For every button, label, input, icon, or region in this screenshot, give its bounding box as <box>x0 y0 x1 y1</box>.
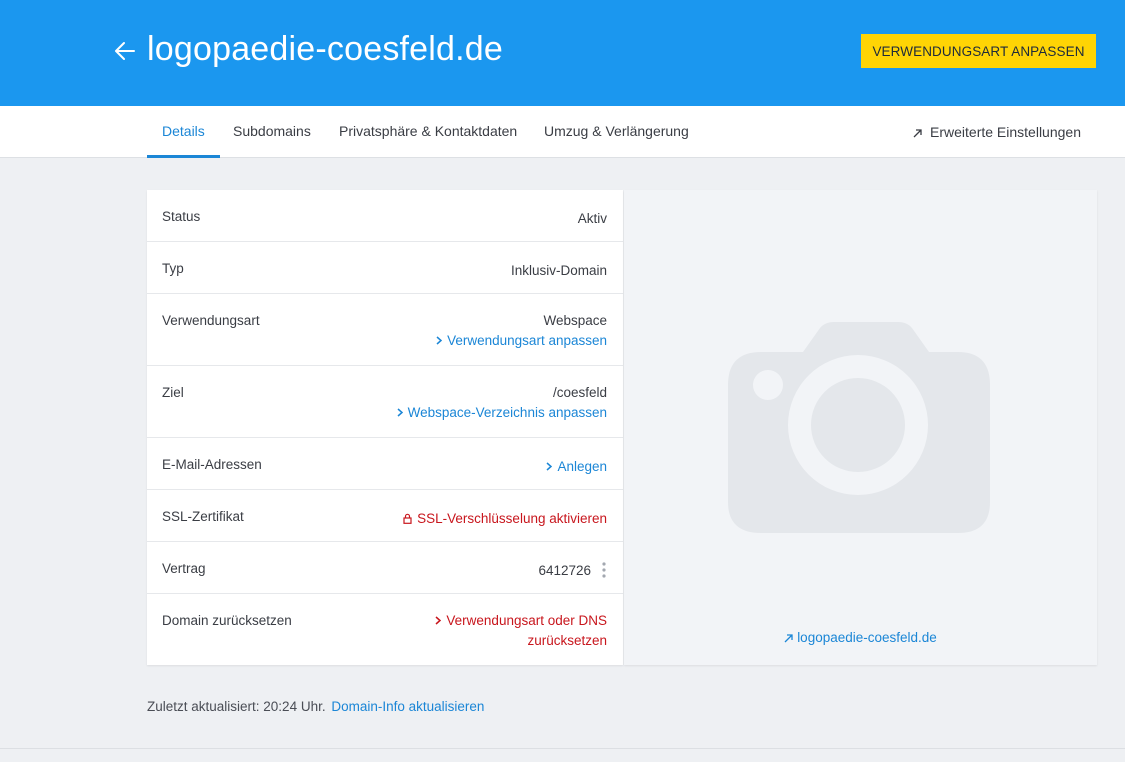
chevron-right-icon <box>436 336 443 345</box>
external-arrow-icon <box>784 634 793 643</box>
chevron-right-icon <box>546 462 553 471</box>
domain-details-card: Status Aktiv Typ Inklusiv-Domain Verwend… <box>147 190 623 665</box>
tab-bar: Details Subdomains Privatsphäre & Kontak… <box>0 106 1125 158</box>
lock-icon <box>403 513 412 524</box>
create-email-link[interactable]: Anlegen <box>546 457 607 477</box>
email-row: E-Mail-Adressen Anlegen <box>147 438 623 490</box>
refresh-domain-info-link[interactable]: Domain-Info aktualisieren <box>331 699 484 714</box>
tab-details[interactable]: Details <box>147 106 220 158</box>
open-website-label: logopaedie-coesfeld.de <box>797 630 937 645</box>
website-preview: logopaedie-coesfeld.de <box>624 190 1097 665</box>
contract-row: Vertrag 6412726 <box>147 542 623 594</box>
enable-ssl-label: SSL-Verschlüsselung aktivieren <box>417 511 607 526</box>
contract-label: Vertrag <box>162 561 206 576</box>
usage-type-value: Webspace <box>543 313 607 328</box>
status-row: Status Aktiv <box>147 190 623 242</box>
last-updated-text: Zuletzt aktualisiert: 20:24 Uhr. <box>147 699 326 714</box>
contract-number: 6412726 <box>538 563 591 578</box>
domain-header: logopaedie-coesfeld.de VERWENDUNGSART AN… <box>0 0 1125 106</box>
reset-usage-dns-label-2: zurücksetzen <box>527 633 607 648</box>
more-options-icon[interactable] <box>597 561 611 579</box>
camera-icon <box>728 322 990 533</box>
change-usage-type-button[interactable]: VERWENDUNGSART ANPASSEN <box>861 34 1096 68</box>
type-row: Typ Inklusiv-Domain <box>147 242 623 294</box>
change-usage-type-link[interactable]: Verwendungsart anpassen <box>436 331 607 351</box>
reset-domain-label: Domain zurücksetzen <box>162 613 292 628</box>
email-label: E-Mail-Adressen <box>162 457 262 472</box>
advanced-settings-link[interactable]: Erweiterte Einstellungen <box>913 106 1081 158</box>
ssl-row: SSL-Zertifikat SSL-Verschlüsselung aktiv… <box>147 490 623 542</box>
last-updated: Zuletzt aktualisiert: 20:24 Uhr. Domain-… <box>147 699 484 714</box>
create-email-label: Anlegen <box>557 459 607 474</box>
chevron-right-icon <box>397 408 403 417</box>
target-value: /coesfeld <box>552 385 607 400</box>
target-row: Ziel /coesfeld Webspace-Verzeichnis anpa… <box>147 366 623 438</box>
open-website-link[interactable]: logopaedie-coesfeld.de <box>624 630 1097 645</box>
status-label: Status <box>162 209 201 224</box>
enable-ssl-link[interactable]: SSL-Verschlüsselung aktivieren <box>403 509 607 529</box>
tab-subdomains[interactable]: Subdomains <box>233 106 311 158</box>
tab-transfer-renewal[interactable]: Umzug & Verlängerung <box>544 106 689 158</box>
type-label: Typ <box>162 261 184 276</box>
back-arrow-icon[interactable] <box>112 38 138 64</box>
change-webspace-directory-link[interactable]: Webspace-Verzeichnis anpassen <box>397 403 607 423</box>
ssl-label: SSL-Zertifikat <box>162 509 244 524</box>
status-value: Aktiv <box>577 211 607 226</box>
change-webspace-directory-label: Webspace-Verzeichnis anpassen <box>407 405 607 420</box>
chevron-right-icon <box>435 616 442 625</box>
divider <box>0 748 1125 749</box>
tab-privacy-contact[interactable]: Privatsphäre & Kontaktdaten <box>339 106 517 158</box>
target-label: Ziel <box>162 385 184 400</box>
advanced-settings-label: Erweiterte Einstellungen <box>930 124 1081 140</box>
usage-type-label: Verwendungsart <box>162 313 260 328</box>
reset-usage-dns-label-1: Verwendungsart oder DNS <box>446 613 607 628</box>
page-title: logopaedie-coesfeld.de <box>147 30 504 68</box>
external-arrow-icon <box>913 129 922 138</box>
reset-usage-dns-link[interactable]: Verwendungsart oder DNS zurücksetzen <box>435 611 607 651</box>
reset-domain-row: Domain zurücksetzen Verwendungsart oder … <box>147 594 623 665</box>
change-usage-type-label: Verwendungsart anpassen <box>447 333 607 348</box>
type-value: Inklusiv-Domain <box>510 263 607 278</box>
usage-type-row: Verwendungsart Webspace Verwendungsart a… <box>147 294 623 366</box>
